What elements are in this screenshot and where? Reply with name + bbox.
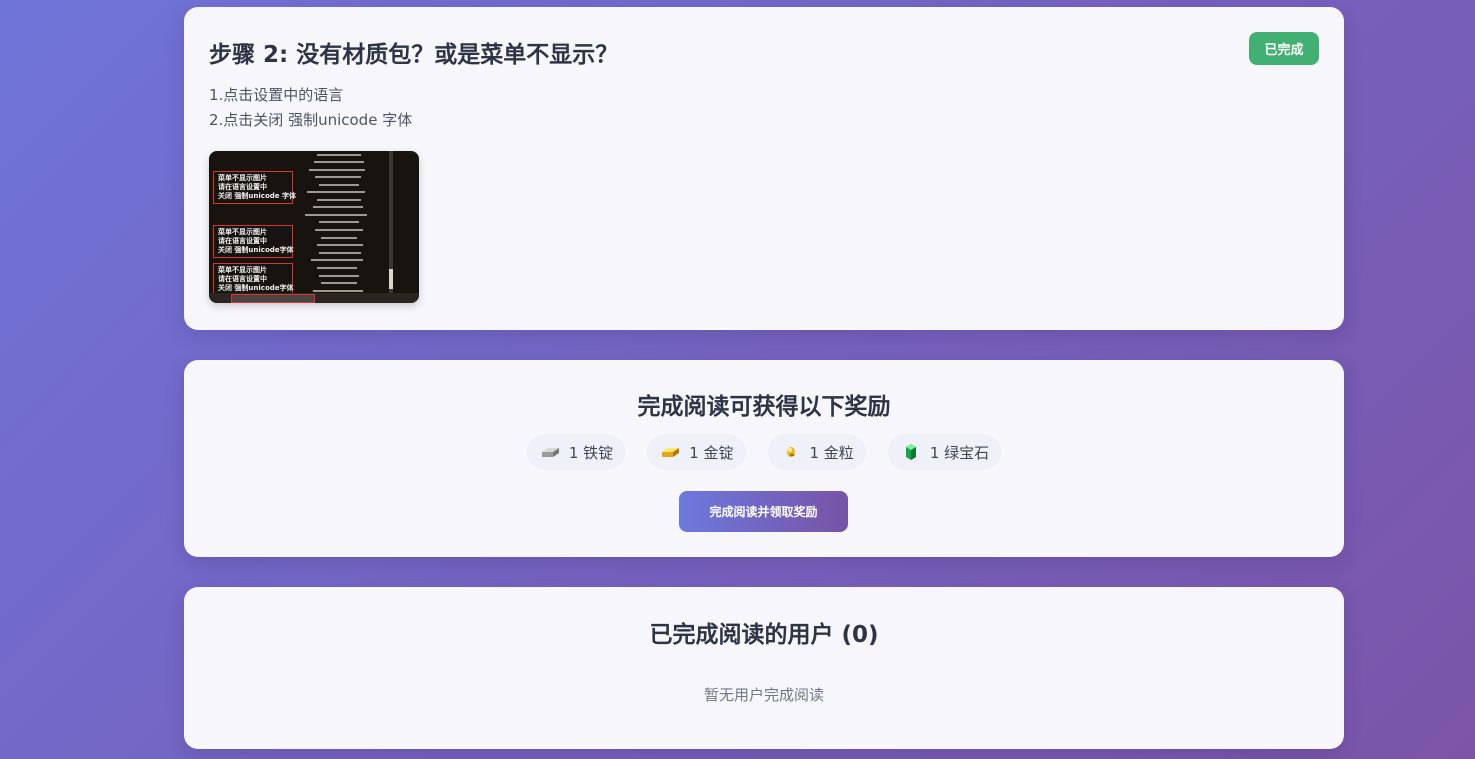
reward-label: 1 金锭 [689,443,734,462]
screenshot-scroll-thumb [389,269,393,289]
step-screenshot[interactable]: 菜单不显示图片 请在语言设置中 关闭 强制unicode 字体 菜单不显示图片 … [209,151,419,303]
iron-ingot-icon [541,448,559,457]
step-instructions: 1.点击设置中的语言 2.点击关闭 强制unicode 字体 [209,83,412,133]
reward-card: 完成阅读可获得以下奖励 1 铁锭 1 金锭 1 金粒 1 绿宝石 完成阅读并领取… [184,360,1344,557]
screenshot-done-button [231,294,315,303]
reward-title: 完成阅读可获得以下奖励 [637,394,891,420]
instruction-line: 2.点击关闭 强制unicode 字体 [209,111,413,129]
annotation-box: 菜单不显示图片 请在语言设置中 关闭 强制unicode 字体 [213,171,296,204]
language-list [289,151,389,293]
emerald-icon [905,444,916,460]
claim-reward-button[interactable]: 完成阅读并领取奖励 [679,491,848,532]
step-card: 步骤 2: 没有材质包？或是菜单不显示？ 已完成 1.点击设置中的语言 2.点击… [184,7,1344,330]
step-title: 步骤 2: 没有材质包？或是菜单不显示？ [209,42,619,68]
empty-state-text: 暂无用户完成阅读 [703,686,824,704]
gold-ingot-icon [662,448,680,457]
annotation-box: 菜单不显示图片 请在语言设置中 关闭 强制unicode字体 [213,263,294,296]
instruction-line: 1.点击设置中的语言 [209,86,344,104]
completed-users-card: 已完成阅读的用户 (0) 暂无用户完成阅读 [184,587,1344,749]
reward-item-gold-nugget: 1 金粒 [767,434,866,470]
reward-label: 1 绿宝石 [929,443,990,462]
reward-item-iron-ingot: 1 铁锭 [526,434,626,470]
status-badge: 已完成 [1249,32,1319,65]
gold-nugget-icon [786,447,795,457]
reward-item-gold-ingot: 1 金锭 [647,434,746,470]
reward-label: 1 金粒 [809,443,854,462]
completed-users-title: 已完成阅读的用户 (0) [649,622,879,648]
reward-item-emerald: 1 绿宝石 [887,434,1002,470]
reward-list: 1 铁锭 1 金锭 1 金粒 1 绿宝石 [184,434,1344,470]
annotation-box: 菜单不显示图片 请在语言设置中 关闭 强制unicode字体 [213,225,294,258]
reward-label: 1 铁锭 [568,443,614,462]
